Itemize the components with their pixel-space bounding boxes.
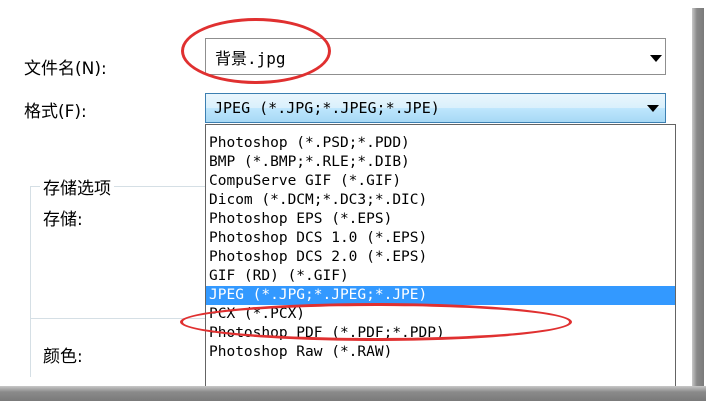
format-option[interactable]: Photoshop (*.PSD;*.PDD) — [206, 134, 675, 153]
filename-value: 背景.jpg — [215, 49, 286, 68]
format-option[interactable]: Dicom (*.DCM;*.DC3;*.DIC) — [206, 191, 675, 210]
group-title: 存储选项 — [40, 174, 114, 199]
storage-label: 存储: — [43, 210, 83, 230]
screenshot-shadow-bottom — [0, 386, 706, 401]
chevron-down-icon[interactable] — [647, 105, 659, 112]
color-label: 颜色: — [43, 347, 83, 367]
save-as-dialog: 文件名(N): 背景.jpg 格式(F): JPEG (*.JPG;*.JPEG… — [0, 0, 692, 386]
format-option[interactable]: Photoshop DCS 1.0 (*.EPS) — [206, 229, 675, 248]
group-divider — [30, 318, 205, 319]
format-label: 格式(F): — [24, 102, 87, 122]
filename-input[interactable]: 背景.jpg — [205, 38, 666, 75]
chevron-down-icon[interactable] — [650, 55, 662, 62]
format-option[interactable]: Photoshop Raw (*.RAW) — [206, 343, 675, 362]
format-option[interactable]: CompuServe GIF (*.GIF) — [206, 172, 675, 191]
screenshot-shadow-right — [692, 8, 704, 401]
format-select[interactable]: JPEG (*.JPG;*.JPEG;*.JPE) — [205, 93, 666, 123]
format-option[interactable]: Photoshop EPS (*.EPS) — [206, 210, 675, 229]
filename-label: 文件名(N): — [24, 59, 107, 79]
format-option[interactable]: Photoshop PDF (*.PDF;*.PDP) — [206, 324, 675, 343]
format-selected-value: JPEG (*.JPG;*.JPEG;*.JPE) — [214, 99, 440, 117]
format-option[interactable]: Photoshop DCS 2.0 (*.EPS) — [206, 248, 675, 267]
format-dropdown-list[interactable]: Photoshop (*.PSD;*.PDD) BMP (*.BMP;*.RLE;… — [205, 124, 676, 386]
format-option[interactable]: PCX (*.PCX) — [206, 305, 675, 324]
format-option[interactable]: BMP (*.BMP;*.RLE;*.DIB) — [206, 153, 675, 172]
format-option-selected[interactable]: JPEG (*.JPG;*.JPEG;*.JPE) — [206, 286, 675, 305]
format-option[interactable]: GIF (RD) (*.GIF) — [206, 267, 675, 286]
